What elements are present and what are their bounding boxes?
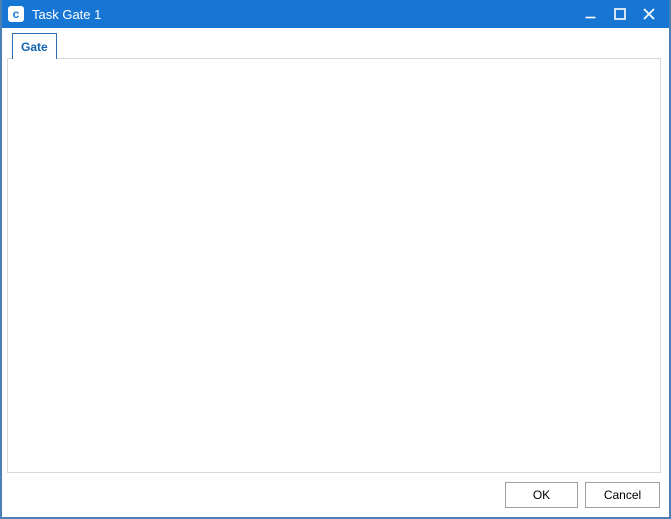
window-title: Task Gate 1 — [32, 7, 101, 22]
minimize-icon — [585, 9, 596, 20]
maximize-icon — [614, 8, 626, 20]
window-controls — [576, 0, 663, 28]
tab-gate-label: Gate — [21, 40, 48, 54]
maximize-button[interactable] — [605, 0, 634, 28]
app-icon: c — [8, 6, 24, 22]
ok-button[interactable]: OK — [505, 482, 578, 508]
close-icon — [643, 8, 655, 20]
tab-gate[interactable]: Gate — [12, 33, 57, 59]
close-button[interactable] — [634, 0, 663, 28]
minimize-button[interactable] — [576, 0, 605, 28]
app-icon-letter: c — [13, 8, 20, 20]
task-gate-dialog: c Task Gate 1 Gate — [0, 0, 671, 519]
titlebar[interactable]: c Task Gate 1 — [2, 0, 669, 28]
cancel-button[interactable]: Cancel — [585, 482, 660, 508]
tab-page — [7, 58, 661, 473]
